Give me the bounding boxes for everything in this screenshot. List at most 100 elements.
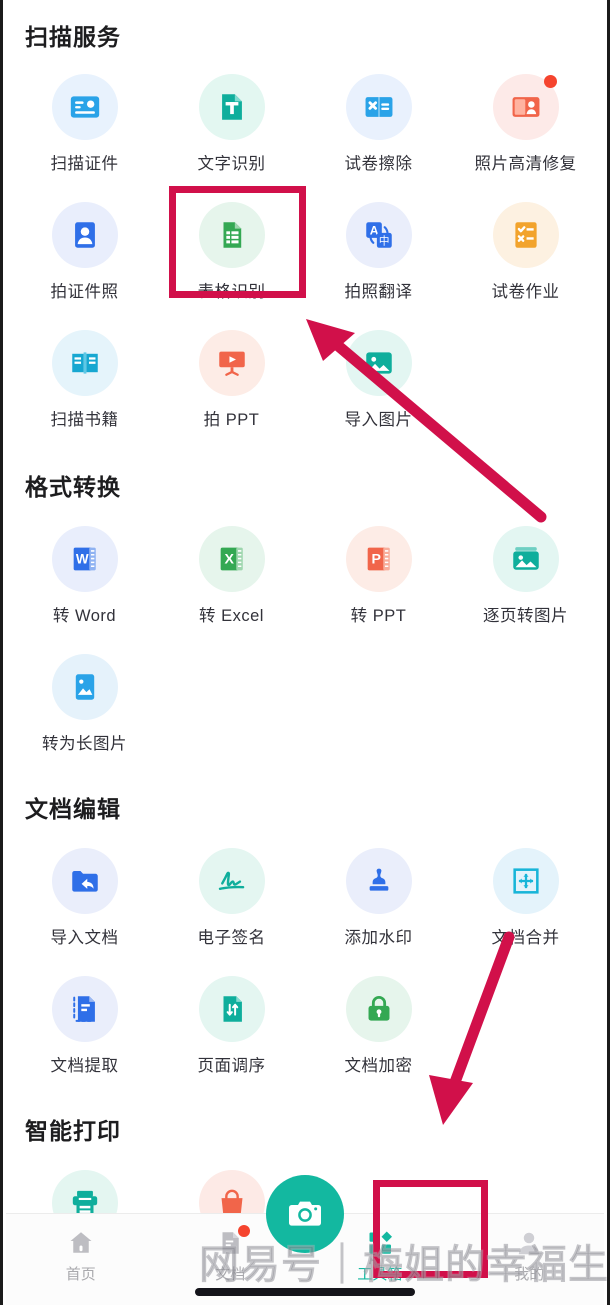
- id-photo-icon: [51, 202, 118, 268]
- nav-label: 我的: [514, 1266, 545, 1283]
- photo-restore-icon: [492, 74, 559, 140]
- extract-doc-icon: [51, 976, 118, 1042]
- tool-label: 照片高清修复: [474, 155, 577, 173]
- tool-item-merge-doc[interactable]: 文档合并: [452, 848, 599, 948]
- tool-label: 文字识别: [197, 155, 266, 173]
- tool-label: 转为长图片: [42, 735, 127, 753]
- tool-item-empty: [452, 654, 599, 754]
- reorder-page-icon: [198, 976, 265, 1042]
- tool-label: 导入图片: [344, 411, 413, 429]
- toolbox-icon: [369, 1231, 392, 1254]
- nav-item-profile[interactable]: 我的: [455, 1228, 605, 1284]
- exam-homework-icon: [492, 202, 559, 268]
- id-card-icon: [51, 74, 118, 140]
- tool-item-empty: [452, 976, 599, 1076]
- nav-notification-badge: [238, 1225, 251, 1237]
- tool-item-import-doc[interactable]: 导入文档: [11, 848, 158, 948]
- nav-label: 工具箱: [357, 1266, 403, 1283]
- svg-text:中: 中: [378, 234, 389, 247]
- watermark-icon: [345, 848, 412, 914]
- tool-label: 拍照翻译: [344, 283, 413, 301]
- tool-label: 表格识别: [197, 283, 266, 301]
- page-to-image-icon: [492, 526, 559, 592]
- tool-label: 电子签名: [197, 929, 266, 947]
- translate-icon: A中: [345, 202, 412, 268]
- nav-label: 首页: [65, 1266, 96, 1283]
- table-recognize-icon: [198, 202, 265, 268]
- merge-doc-icon: [492, 848, 559, 914]
- home-icon: [70, 1232, 92, 1253]
- tool-label: 文档提取: [50, 1057, 119, 1075]
- tool-item-import-image[interactable]: 导入图片: [305, 330, 452, 430]
- tool-item-to-excel[interactable]: X 转 Excel: [158, 526, 305, 626]
- to-long-image-icon: [51, 654, 118, 720]
- section-title-print: 智能打印: [25, 1118, 121, 1144]
- tool-item-capture-ppt[interactable]: 拍 PPT: [158, 330, 305, 430]
- tool-item-scan-id[interactable]: 扫描证件: [11, 74, 158, 174]
- section-title-docedit: 文档编辑: [25, 796, 121, 822]
- section-title-convert: 格式转换: [25, 474, 121, 500]
- lock-doc-icon: [345, 976, 412, 1042]
- tool-item-to-long-image[interactable]: 转为长图片: [11, 654, 158, 754]
- tool-item-empty: [158, 654, 305, 754]
- section-title-scan: 扫描服务: [25, 24, 121, 50]
- tool-item-text-recognize[interactable]: 文字识别: [158, 74, 305, 174]
- camera-icon: [289, 1201, 321, 1226]
- tool-label: 转 Word: [52, 607, 117, 625]
- notification-badge: [543, 75, 557, 88]
- ppt-capture-icon: [198, 330, 265, 396]
- tool-item-id-photo[interactable]: 拍证件照: [11, 202, 158, 302]
- tool-label: 导入文档: [50, 929, 119, 947]
- tool-label: 文档加密: [344, 1057, 413, 1075]
- tool-label: 拍 PPT: [203, 411, 260, 429]
- nav-item-home[interactable]: 首页: [6, 1228, 156, 1284]
- tool-item-watermark[interactable]: 添加水印: [305, 848, 452, 948]
- app-screen: 扫描服务 扫描证件 文字识别 试卷擦除 照片高清修复 拍证件照 表格识别 A 中…: [0, 0, 610, 1305]
- tool-item-lock-doc[interactable]: 文档加密: [305, 976, 452, 1076]
- tool-item-to-word[interactable]: W 转 Word: [11, 526, 158, 626]
- tool-label: 扫描书籍: [50, 411, 119, 429]
- grid-docedit-row1: 导入文档 电子签名 添加水印 文档合并: [3, 848, 607, 948]
- grid-scan-row2: 拍证件照 表格识别 A中 拍照翻译 试卷作业: [3, 202, 607, 302]
- tool-label: 扫描证件: [50, 155, 119, 173]
- svg-text:W: W: [75, 551, 88, 566]
- tool-item-empty: [305, 654, 452, 754]
- tool-label: 转 PPT: [350, 607, 407, 625]
- signature-icon: [198, 848, 265, 914]
- grid-docedit-row2: 文档提取 页面调序 文档加密: [3, 976, 607, 1076]
- text-recognize-icon: [198, 74, 265, 140]
- tool-item-translate[interactable]: A中 拍照翻译: [305, 202, 452, 302]
- svg-text:P: P: [371, 552, 380, 568]
- tool-item-to-ppt[interactable]: P 转 PPT: [305, 526, 452, 626]
- tool-item-reorder-page[interactable]: 页面调序: [158, 976, 305, 1076]
- book-scan-icon: [51, 330, 118, 396]
- tool-item-extract-doc[interactable]: 文档提取: [11, 976, 158, 1076]
- tool-item-exam-erase[interactable]: 试卷擦除: [305, 74, 452, 174]
- import-doc-icon: [51, 848, 118, 914]
- tool-item-scan-book[interactable]: 扫描书籍: [11, 330, 158, 430]
- tool-label: 添加水印: [344, 929, 413, 947]
- to-excel-icon: X: [198, 526, 265, 592]
- tool-label: 转 Excel: [199, 607, 264, 625]
- home-indicator: [195, 1288, 415, 1296]
- tool-item-table-recognize[interactable]: 表格识别: [158, 202, 305, 302]
- grid-scan-row3: 扫描书籍 拍 PPT 导入图片: [3, 330, 607, 430]
- grid-convert-row1: W 转 Word X 转 Excel P 转 PPT 逐页转图片: [3, 526, 607, 626]
- svg-text:X: X: [224, 552, 234, 568]
- import-image-icon: [345, 330, 412, 396]
- tool-label: 试卷作业: [491, 283, 560, 301]
- tool-label: 逐页转图片: [483, 607, 568, 625]
- tool-label: 页面调序: [197, 1057, 266, 1075]
- grid-scan-row1: 扫描证件 文字识别 试卷擦除 照片高清修复: [3, 74, 607, 174]
- tool-item-page-to-image[interactable]: 逐页转图片: [452, 526, 599, 626]
- camera-capture-button[interactable]: [266, 1175, 344, 1253]
- exam-erase-icon: [345, 74, 412, 140]
- tool-item-empty: [452, 330, 599, 430]
- tool-item-exam-homework[interactable]: 试卷作业: [452, 202, 599, 302]
- tool-label: 文档合并: [491, 929, 560, 947]
- tool-label: 试卷擦除: [344, 155, 413, 173]
- grid-convert-row2: 转为长图片: [3, 654, 607, 754]
- tool-item-signature[interactable]: 电子签名: [158, 848, 305, 948]
- to-ppt-icon: P: [345, 526, 412, 592]
- tool-item-photo-restore[interactable]: 照片高清修复: [452, 74, 599, 174]
